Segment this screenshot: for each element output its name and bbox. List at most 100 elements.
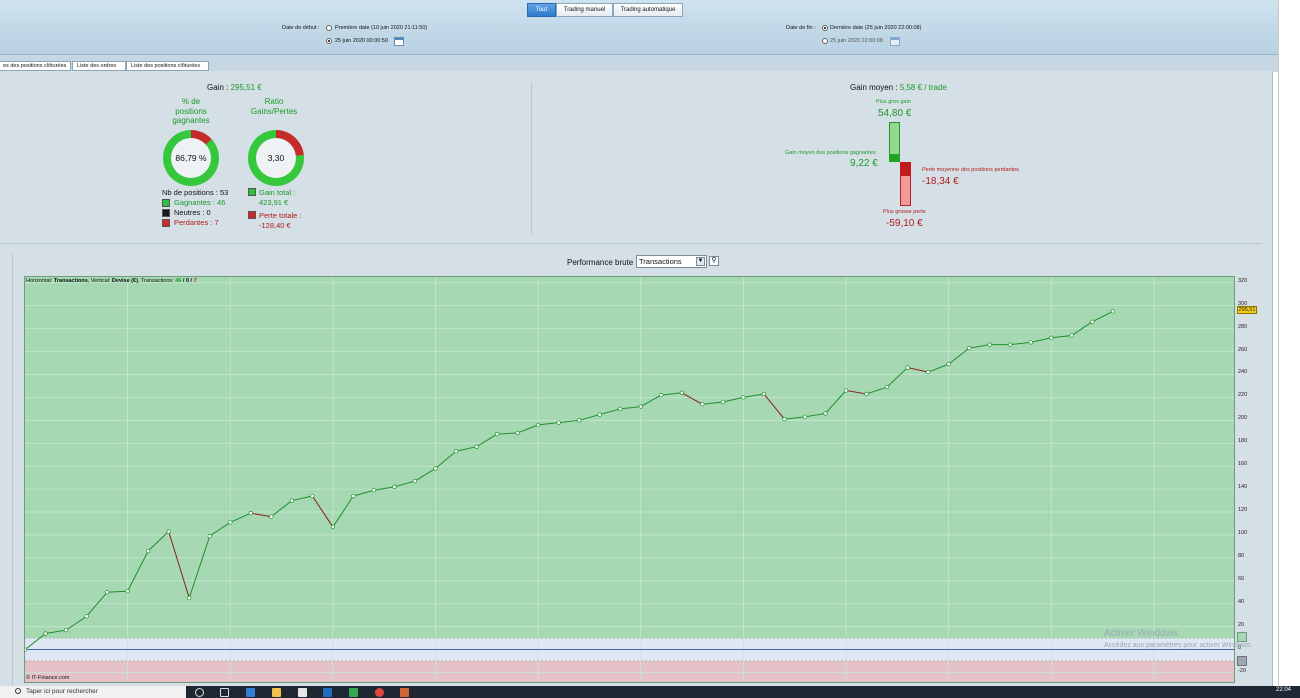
chrome-icon[interactable] [375,688,384,697]
data-point [782,417,787,422]
data-point [577,418,582,423]
data-point [25,647,28,652]
series-segment [640,394,662,407]
data-point [453,449,459,454]
plus-grosse-perte-label: Plus grosse perte [883,209,926,215]
y-tick-label: 140 [1238,484,1248,491]
data-point [720,399,726,405]
end-custom-radio[interactable] [822,38,828,44]
perte-moyenne-label: Perte moyenne des positions perdantes [922,167,1019,173]
edge-icon[interactable] [246,688,255,697]
task-view-icon[interactable] [220,688,229,697]
gain-value: 295,51 € [230,83,262,92]
series-segment [147,531,170,552]
gain-total-label: Gain total : [259,188,296,197]
series-segment [907,367,929,373]
start-custom-label: 25 juin 2020 00:00:50 [335,38,388,44]
data-point [638,404,643,409]
start-first-label: Première date (10 juin 2020 21:11:50) [335,25,428,31]
series-segment [394,480,416,488]
data-point [1069,333,1074,338]
end-calendar-icon[interactable] [890,37,900,46]
data-point [351,493,356,499]
plus-gros-gain-label: Plus gros gain [876,99,911,105]
section-divider [0,243,1262,244]
data-point [166,529,171,534]
data-point [535,422,541,428]
pct-donut-value: 86,79 % [171,138,211,178]
mode-manuel-button[interactable]: Trading manuel [556,3,613,17]
gagnantes-count: Gagnantes : 46 [174,198,226,207]
mode-tout-button[interactable]: Tout [527,3,556,17]
data-point [63,627,69,633]
series-segment [886,367,908,388]
series-segment [230,512,251,523]
data-point [1028,340,1033,345]
start-date-label: Date de début : [282,25,320,31]
perte-moyenne-bar [900,162,911,176]
perdantes-count: Perdantes : 7 [174,218,219,227]
data-point [741,395,746,400]
data-point [392,484,397,489]
chart-left-rule [12,254,13,686]
data-point [987,342,992,347]
gain-moyen-value: 5,58 € / trade [899,83,947,92]
chart-info-v: Devise (€) [111,278,138,284]
chart-info: Horizontal: Transactions, Vertical: Devi… [26,278,197,284]
data-point [515,430,520,436]
series-segment [476,433,498,448]
series-segment [414,468,436,482]
series-segment [1092,310,1114,323]
data-point [289,498,294,503]
start-calendar-icon[interactable] [394,37,404,46]
data-point [84,614,89,619]
store-icon[interactable] [298,688,307,697]
data-point [1008,342,1013,347]
gain-moyen-bar [889,154,900,162]
series-segment [45,629,67,635]
watermark-line1: Activer Windows [1104,628,1178,639]
y-tick-label: 80 [1238,552,1245,559]
neutres-swatch [162,209,170,217]
tab-positions-cloturees-left[interactable]: es des positions clôturées [0,61,71,71]
chart-info-h-label: Horizontal: [26,278,54,284]
series-segment [86,591,108,617]
y-tick-label: 20 [1238,621,1245,628]
taskbar-clock: 22:04 [1276,687,1292,693]
series-segment [373,486,395,491]
cortana-icon[interactable] [195,688,204,697]
zoom-icon[interactable]: ⚲ [709,256,719,266]
data-point [967,345,972,351]
y-tick-label: 240 [1238,369,1248,376]
series-segment [250,512,272,518]
tab-liste-ordres[interactable]: Liste des ordres [72,61,126,71]
series-segment [311,495,334,528]
end-last-radio[interactable] [822,25,828,31]
tab-positions-cloturees[interactable]: Liste des positions clôturées [126,61,209,71]
series-segment [1051,334,1072,339]
data-point [843,388,849,393]
folder-icon[interactable] [272,688,281,697]
start-custom-radio[interactable] [326,38,332,44]
series-segment [1010,341,1031,346]
series-segment [681,392,703,405]
data-point [905,365,910,370]
performance-select[interactable]: Transactions ▼ [636,255,707,268]
series-segment [127,550,149,592]
trading-app-icon[interactable] [349,688,358,697]
data-point [802,414,808,420]
data-point [125,588,130,594]
series-segment [743,393,764,398]
series-segment [497,432,518,435]
series-segment [579,414,600,421]
chart-info-h: Transactions [53,278,88,284]
taskbar-search[interactable]: Taper ici pour rechercher [0,686,186,698]
summary-divider [531,82,532,234]
ratio-title-line2: Gains/Pertes [250,106,298,116]
start-first-radio[interactable] [326,25,332,31]
chevron-down-icon[interactable]: ▼ [696,257,705,266]
series-segment [620,406,641,410]
mail-icon[interactable] [323,688,332,697]
mode-auto-button[interactable]: Trading automatique [613,3,683,17]
app-icon[interactable] [400,688,409,697]
